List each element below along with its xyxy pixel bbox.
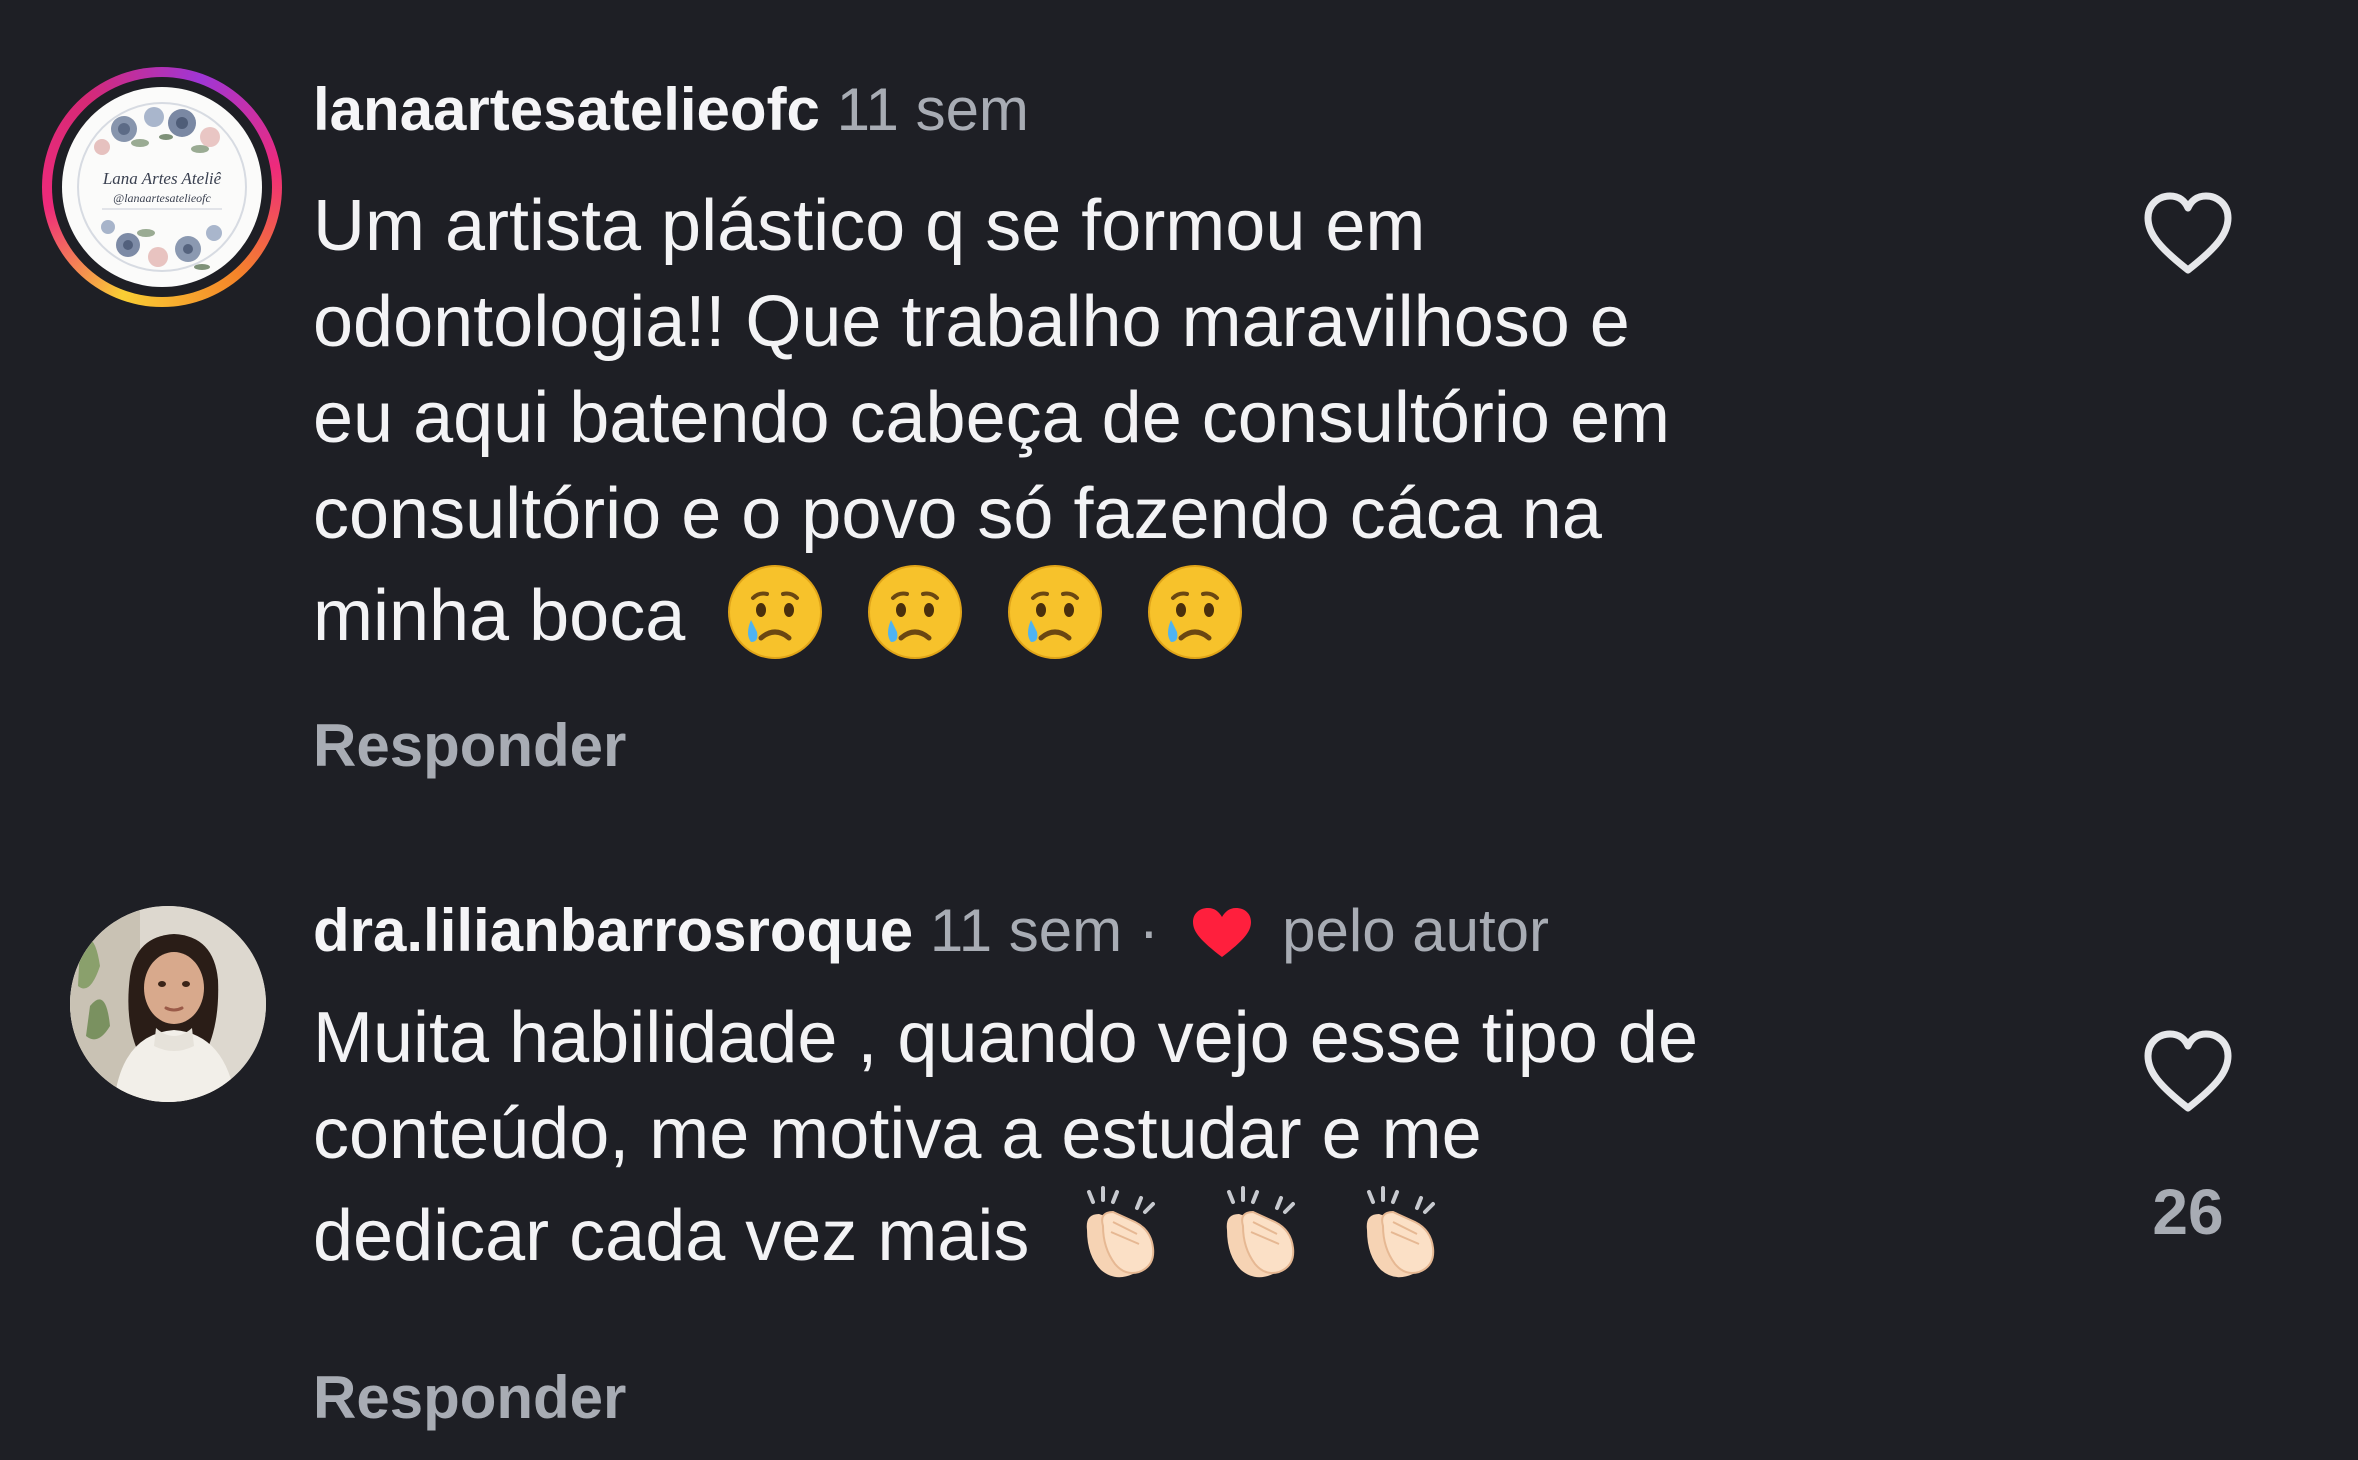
atelier-logo-avatar: Lana Artes Ateliê @lanaartesatelieofc [62, 87, 262, 287]
crying-face-icon [1008, 565, 1103, 659]
clapping-hands-icon [1367, 1186, 1436, 1278]
reply-button[interactable]: Responder [313, 710, 626, 782]
crying-face-icon [728, 565, 823, 659]
comment-username[interactable]: dra.lilianbarrosroque [313, 897, 913, 964]
comment-line: conteúdo, me motiva a estudar e me [313, 1094, 1482, 1174]
user-avatar[interactable] [70, 906, 266, 1102]
comment-line: dedicar cada vez mais [313, 1196, 1030, 1276]
comment-header: dra.lilianbarrosroque 11 sem · pelo auto… [313, 895, 1549, 967]
clapping-hands-icon [1087, 1186, 1156, 1278]
comment-text: Muita habilidade , quando vejo esse tipo… [313, 990, 2013, 1284]
heart-filled-icon [1193, 908, 1252, 957]
crying-face-icon [1148, 565, 1243, 659]
heart-outline-icon[interactable] [2140, 1026, 2236, 1116]
comment-username[interactable]: lanaartesatelieofc [313, 76, 820, 143]
comment-line: consultório e o povo só fazendo cáca na [313, 474, 1602, 554]
comment-line-last: dedicar cada vez mais [313, 1182, 2013, 1284]
comment-timestamp: 11 sem [929, 897, 1123, 964]
comment-line-last: minha boca [313, 562, 2013, 664]
comment-line: Um artista plástico q se formou em [313, 186, 1426, 266]
comment-line: eu aqui batendo cabeça de consultório em [313, 378, 1670, 458]
avatar-logo-handle: @lanaartesatelieofc [113, 191, 211, 205]
reply-button[interactable]: Responder [313, 1362, 626, 1434]
user-avatar-story-ring[interactable]: Lana Artes Ateliê @lanaartesatelieofc [42, 67, 282, 307]
heart-outline-icon[interactable] [2140, 188, 2236, 278]
profile-photo-icon [70, 906, 266, 1102]
comment-header: lanaartesatelieofc 11 sem [313, 74, 1029, 146]
comment-item: Lana Artes Ateliê @lanaartesatelieofc la… [0, 0, 2358, 800]
like-count: 26 [2152, 1176, 2224, 1248]
liked-by-author-label: pelo autor [1282, 897, 1550, 964]
avatar-logo-title: Lana Artes Ateliê [102, 169, 222, 188]
comment-timestamp: 11 sem [836, 76, 1029, 143]
crying-face-icon [868, 565, 963, 659]
comment-text: Um artista plástico q se formou em odont… [313, 178, 2013, 664]
comment-line: minha boca [313, 576, 686, 656]
meta-separator: · [1138, 897, 1159, 964]
comment-item: dra.lilianbarrosroque 11 sem · pelo auto… [0, 840, 2358, 1460]
clapping-hands-icon [1227, 1186, 1296, 1278]
comment-line: odontologia!! Que trabalho maravilhoso e [313, 282, 1630, 362]
comment-line: Muita habilidade , quando vejo esse tipo… [313, 998, 1698, 1078]
